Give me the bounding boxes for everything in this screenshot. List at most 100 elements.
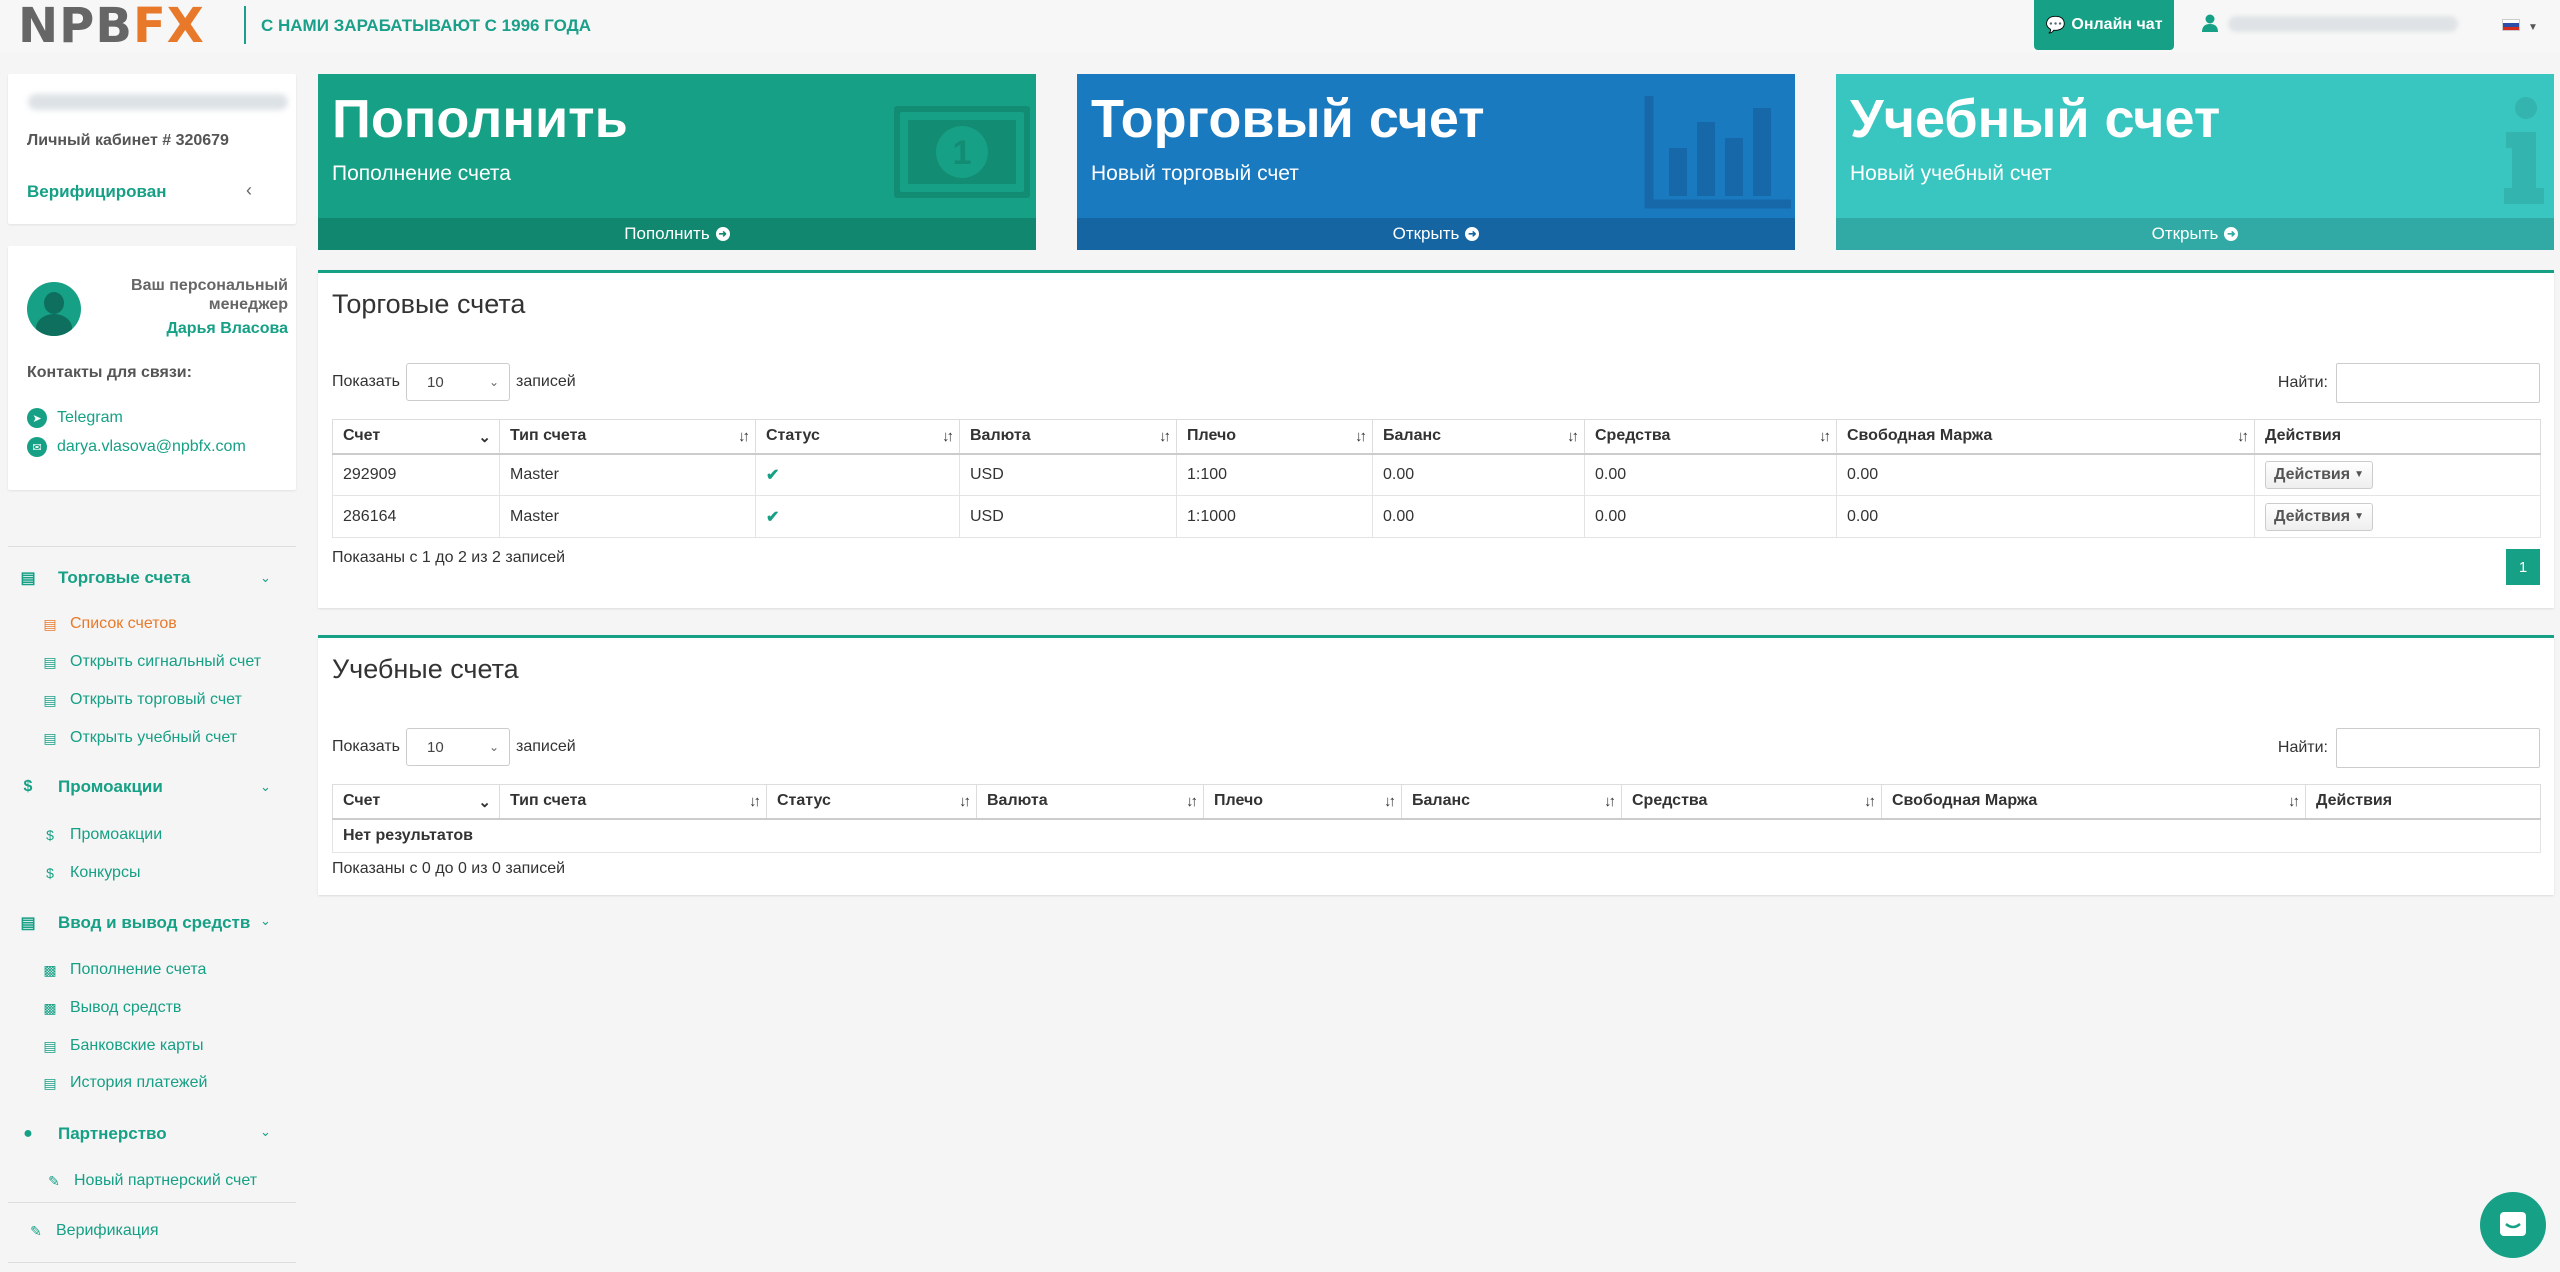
column-header[interactable]: Валюта ↓↑ xyxy=(976,784,1204,820)
trading-tile-footer[interactable]: Открыть ➜ xyxy=(1077,218,1795,250)
account-card: Личный кабинет # 320679 Верифицирован ‹ xyxy=(8,74,296,224)
bar-chart-icon: ▤ xyxy=(20,570,36,587)
column-header[interactable]: Тип счета ↓↑ xyxy=(499,784,767,820)
column-header[interactable]: Плечо ↓↑ xyxy=(1176,419,1373,455)
trading-accounts-panel: Торговые счета Показать 10 ⌄ записей Найт… xyxy=(318,270,2554,608)
deposit-tile[interactable]: Пополнить Пополнение счета 1 Пополнить ➜ xyxy=(318,74,1036,250)
user-icon xyxy=(2202,14,2218,32)
demo-account-tile[interactable]: Учебный счет Новый учебный счет Открыть ➜ xyxy=(1836,74,2554,250)
demo-tile-footer[interactable]: Открыть ➜ xyxy=(1836,218,2554,250)
list-icon: ▤ xyxy=(43,729,57,746)
menu-section-partner[interactable]: ● Партнерство xyxy=(16,1124,167,1144)
menu-item-open-demo[interactable]: ▤ Открыть учебный счет xyxy=(40,729,237,747)
users-icon: ● xyxy=(23,1125,33,1142)
chevron-down-icon[interactable]: ⌄ xyxy=(260,779,271,795)
chevron-down-icon[interactable]: ⌄ xyxy=(260,913,271,929)
column-header[interactable]: Баланс ↓↑ xyxy=(1401,784,1622,820)
checkmark-icon: ✔ xyxy=(766,508,780,526)
edit-icon: ✎ xyxy=(30,1222,42,1239)
arrow-right-icon: ➜ xyxy=(1465,227,1480,241)
pagination-page-1[interactable]: 1 xyxy=(2506,549,2540,585)
sort-icon: ↓↑ xyxy=(1186,793,1198,810)
sort-icon: ↓↑ xyxy=(959,793,971,810)
column-header[interactable]: Счет ⌄ xyxy=(332,419,500,455)
menu-item-contests[interactable]: $ Конкурсы xyxy=(40,864,140,882)
column-header[interactable]: Валюта ↓↑ xyxy=(959,419,1177,455)
menu-item-open-signal[interactable]: ▤ Открыть сигнальный счет xyxy=(40,653,261,671)
actions-dropdown-button[interactable]: Действия ▼ xyxy=(2265,502,2373,531)
user-email-blurred[interactable] xyxy=(2228,16,2458,32)
search-input[interactable] xyxy=(2336,728,2540,768)
tile-subtitle: Пополнение счета xyxy=(332,162,511,185)
list-icon: ▤ xyxy=(43,653,57,670)
menu-divider xyxy=(8,1202,296,1203)
bar-chart-icon xyxy=(1644,96,1791,209)
language-flag-icon[interactable] xyxy=(2502,19,2520,31)
chevron-down-icon[interactable]: ⌄ xyxy=(260,1124,271,1140)
demo-accounts-panel: Учебные счета Показать 10 ⌄ записей Найти… xyxy=(318,635,2554,895)
checkmark-icon: ✔ xyxy=(766,466,780,484)
money-icon: ▩ xyxy=(43,961,57,978)
tile-title: Учебный счет xyxy=(1850,89,2221,149)
client-name-blurred xyxy=(28,94,288,110)
sort-icon: ↓↑ xyxy=(1384,793,1396,810)
chat-icon: 💬 xyxy=(2045,17,2066,34)
svg-text:1: 1 xyxy=(953,134,972,172)
caret-down-icon: ▼ xyxy=(2354,511,2364,522)
menu-section-funds[interactable]: ▤ Ввод и вывод средств xyxy=(16,913,250,933)
column-header[interactable]: Средства ↓↑ xyxy=(1584,419,1837,455)
collapse-arrow-icon[interactable]: ‹ xyxy=(246,180,252,201)
info-icon xyxy=(2504,97,2544,204)
support-chat-button[interactable] xyxy=(2480,1192,2546,1258)
table-info: Показаны с 1 до 2 из 2 записей xyxy=(332,549,566,566)
credit-card-icon: ▤ xyxy=(43,1037,57,1054)
menu-item-payment-history[interactable]: ▤ История платежей xyxy=(40,1074,207,1092)
email-icon: ✉ xyxy=(27,437,47,457)
menu-item-bank-cards[interactable]: ▤ Банковские карты xyxy=(40,1037,203,1055)
menu-section-promo[interactable]: $ Промоакции xyxy=(16,777,163,797)
search-control: Найти: xyxy=(2278,728,2540,768)
menu-item-verification[interactable]: ✎ Верификация xyxy=(26,1222,158,1240)
column-header[interactable]: Плечо ↓↑ xyxy=(1203,784,1402,820)
column-header[interactable]: Свободная Маржа ↓↑ xyxy=(1836,419,2255,455)
caret-down-icon[interactable]: ▼ xyxy=(2528,22,2538,33)
column-header[interactable]: Свободная Маржа ↓↑ xyxy=(1881,784,2306,820)
menu-item-deposit[interactable]: ▩ Пополнение счета xyxy=(40,961,206,979)
chevron-down-icon[interactable]: ⌄ xyxy=(260,570,271,586)
menu-item-promo[interactable]: $ Промоакции xyxy=(40,826,162,844)
trading-account-tile[interactable]: Торговый счет Новый торговый счет Открыт… xyxy=(1077,74,1795,250)
tile-title: Торговый счет xyxy=(1091,89,1485,149)
sort-icon: ↓↑ xyxy=(1355,428,1367,445)
telegram-link[interactable]: ➤ Telegram xyxy=(27,408,123,428)
menu-section-trading[interactable]: ▤ Торговые счета xyxy=(16,568,190,588)
contacts-label: Контакты для связи: xyxy=(27,364,192,381)
manager-title: Ваш персональный менеджер xyxy=(131,277,288,313)
deposit-tile-footer[interactable]: Пополнить ➜ xyxy=(318,218,1036,250)
menu-item-new-partner[interactable]: ✎ Новый партнерский счет xyxy=(44,1172,257,1190)
sort-icon: ↓↑ xyxy=(2237,428,2249,445)
table-row: 292909 Master ✔ USD 1:100 0.00 0.00 0.00… xyxy=(332,453,2541,496)
npbfx-logo[interactable]: NPBFX xyxy=(18,2,205,50)
column-header[interactable]: Баланс ↓↑ xyxy=(1372,419,1585,455)
search-input[interactable] xyxy=(2336,363,2540,403)
online-chat-button[interactable]: 💬 Онлайн чат xyxy=(2034,0,2174,50)
menu-divider xyxy=(8,1262,296,1263)
menu-item-account-list[interactable]: ▤ Список счетов xyxy=(40,615,176,633)
column-header[interactable]: Статус ↓↑ xyxy=(766,784,977,820)
page-size-select[interactable]: 10 ⌄ xyxy=(406,363,511,401)
actions-dropdown-button[interactable]: Действия ▼ xyxy=(2265,460,2373,489)
column-header[interactable]: Статус ↓↑ xyxy=(755,419,960,455)
table-header-row: Счет ⌄ Тип счета ↓↑ Статус ↓↑ Валюта ↓↑ Плеч… xyxy=(332,784,2541,820)
page-size-select[interactable]: 10 ⌄ xyxy=(406,728,511,766)
column-header[interactable]: Тип счета ↓↑ xyxy=(499,419,756,455)
money-icon: 1 xyxy=(894,106,1030,198)
manager-email-link[interactable]: ✉ darya.vlasova@npbfx.com xyxy=(27,437,246,457)
column-header: Действия xyxy=(2305,784,2541,820)
menu-item-withdraw[interactable]: ▩ Вывод средств xyxy=(40,999,181,1017)
sort-icon: ↓↑ xyxy=(1604,793,1616,810)
column-header[interactable]: Средства ↓↑ xyxy=(1621,784,1882,820)
chevron-down-icon: ⌄ xyxy=(478,794,491,811)
column-header[interactable]: Счет ⌄ xyxy=(332,784,500,820)
menu-item-open-trading[interactable]: ▤ Открыть торговый счет xyxy=(40,691,241,709)
top-header: NPBFX С НАМИ ЗАРАБАТЫВАЮТ С 1996 ГОДА 💬 … xyxy=(0,0,2560,52)
